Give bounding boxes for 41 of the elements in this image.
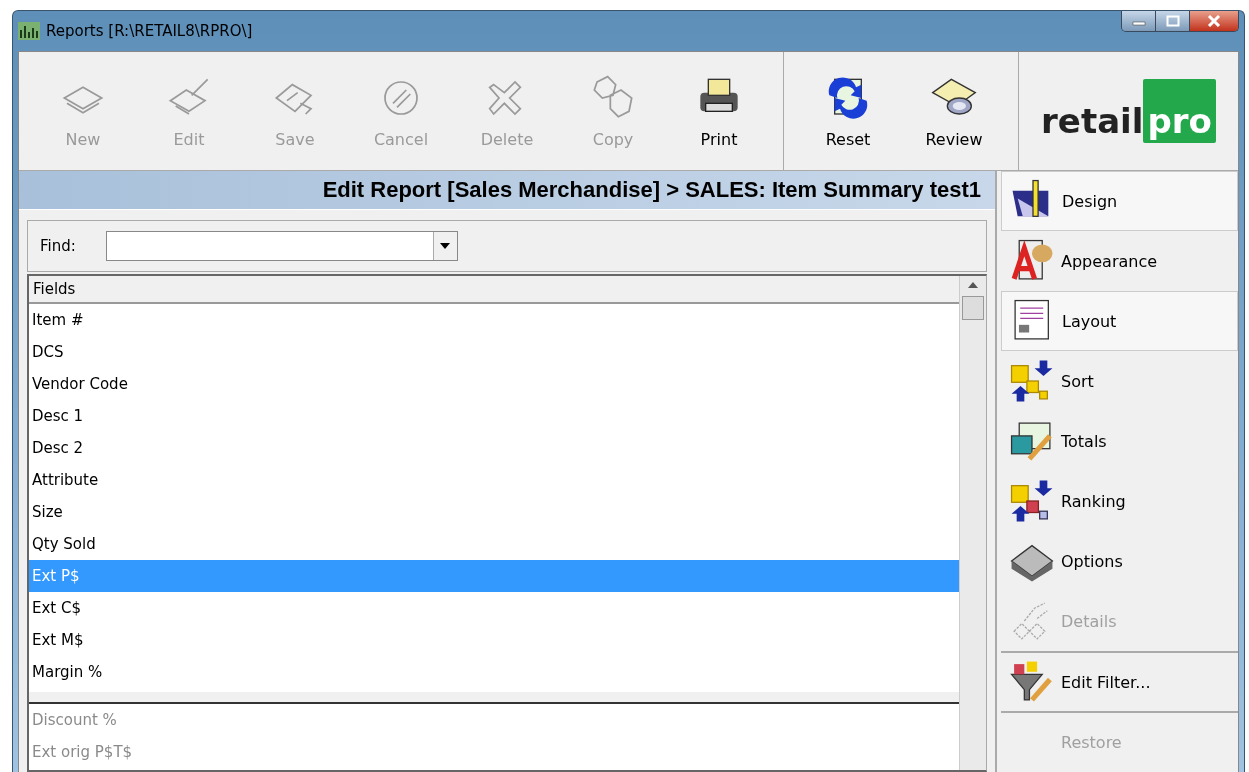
retailpro-logo: retail pro	[1041, 79, 1216, 143]
field-row[interactable]: Vendor Code	[29, 368, 959, 400]
cubes-arrows-icon	[1009, 478, 1055, 524]
field-row[interactable]: Desc 2	[29, 432, 959, 464]
close-button[interactable]	[1190, 11, 1238, 31]
field-row[interactable]: Ext C$	[29, 592, 959, 624]
sidebar-item[interactable]: Totals	[1001, 411, 1238, 471]
print-button[interactable]: Print	[669, 73, 769, 149]
column-header: Fields	[29, 276, 959, 304]
window-title: Reports [R:\RETAIL8\RPRO\]	[46, 22, 254, 40]
close-icon	[1207, 15, 1221, 27]
field-row[interactable]: Desc 1	[29, 400, 959, 432]
sidebar-item[interactable]: Ranking	[1001, 471, 1238, 531]
sidebar-item[interactable]: Edit Filter...	[1001, 651, 1238, 711]
field-row[interactable]: Size	[29, 496, 959, 528]
sidebar-item[interactable]: Layout	[1001, 291, 1238, 351]
field-row[interactable]: Item #	[29, 304, 959, 336]
sidebar-item[interactable]: Options	[1001, 531, 1238, 591]
up-arrow-icon[interactable]	[968, 282, 978, 288]
report-heading: Edit Report [Sales Merchandise] > SALES: Item Summary test1	[19, 171, 995, 210]
splitter-bar[interactable]	[29, 692, 959, 704]
field-row[interactable]: Attribute	[29, 464, 959, 496]
dropdown-button[interactable]	[432, 232, 457, 260]
bar-chart-icon	[18, 22, 40, 40]
field-row[interactable]: Margin %	[29, 656, 959, 688]
sidebar-item[interactable]: Appearance	[1001, 231, 1238, 291]
sidebar-item[interactable]: Design	[1001, 171, 1238, 231]
maximize-button[interactable]	[1156, 11, 1190, 31]
review-button[interactable]: Review	[904, 73, 1004, 149]
find-label: Find:	[40, 237, 76, 255]
sidebar-item[interactable]: Sort	[1001, 351, 1238, 411]
field-row[interactable]: DCS	[29, 336, 959, 368]
caret-icon	[440, 243, 451, 249]
field-row[interactable]: Qty Sold	[29, 528, 959, 560]
scroll-thumb[interactable]	[962, 296, 984, 320]
scrollbar[interactable]	[959, 276, 986, 770]
reset-button[interactable]: Reset	[798, 73, 898, 149]
maximize-icon	[1165, 15, 1180, 27]
cubes-arrows-icon	[1009, 358, 1055, 404]
minimize-button[interactable]	[1122, 11, 1156, 31]
field-row[interactable]: Ext M$	[29, 624, 959, 656]
